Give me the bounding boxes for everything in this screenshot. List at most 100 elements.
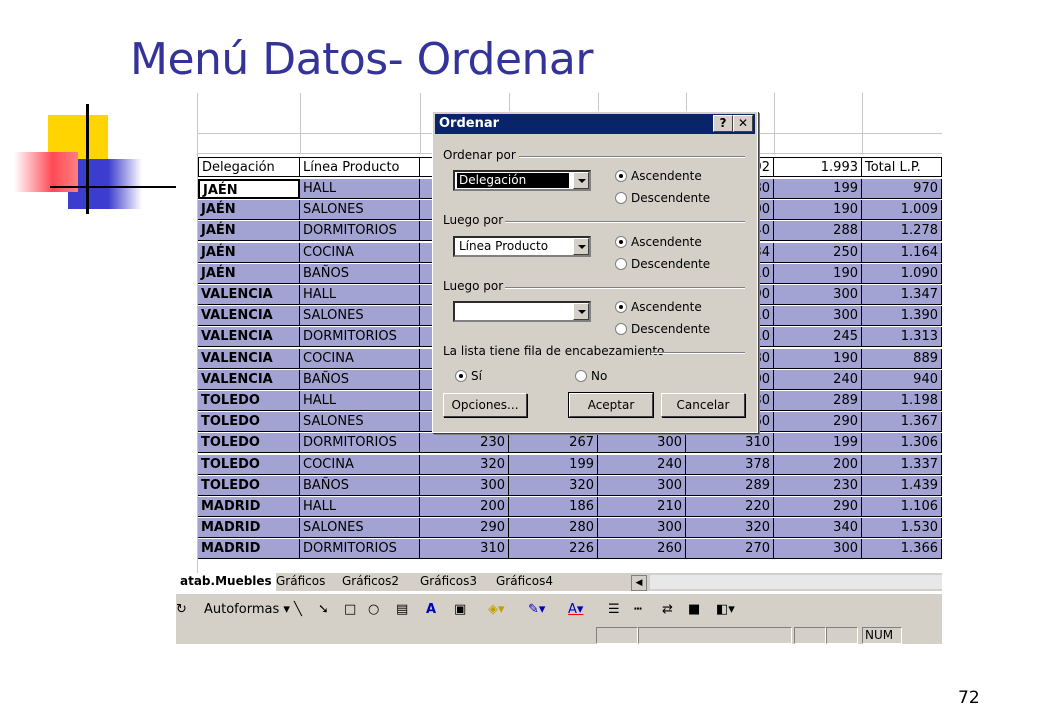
header-cell[interactable]: Delegación [198,157,300,177]
cell-value[interactable]: 210 [598,497,686,517]
tab-graficos3[interactable]: Gráficos3 [416,573,481,591]
cell-producto[interactable]: BAÑOS [300,263,420,284]
cell-value[interactable]: 300 [598,433,686,454]
then-by-2-desc-radio[interactable] [615,323,627,335]
cell-producto[interactable]: COCINA [300,242,420,263]
line-icon[interactable]: ╲ [294,602,302,617]
fill-color-icon[interactable]: ◈▾ [488,602,505,617]
then-by-2-desc-label[interactable]: Descendente [631,322,710,336]
cell-producto[interactable]: SALONES [300,306,420,327]
sort-by-asc-radio[interactable] [615,170,627,182]
scroll-left-icon[interactable]: ◀ [631,575,647,591]
cell-delegacion[interactable]: VALENCIA [198,327,300,348]
cell-delegacion[interactable]: JAÉN [198,179,300,199]
cell-value[interactable]: 199 [774,433,862,454]
cell-value[interactable]: 190 [774,263,862,284]
cell-value[interactable]: 320 [686,518,774,539]
cell-total[interactable]: 1.306 [862,433,942,454]
tab-graficos2[interactable]: Gráficos2 [338,573,403,591]
cell-value[interactable]: 300 [774,285,862,305]
then-by-1-asc-label[interactable]: Ascendente [631,235,702,249]
cell-value[interactable]: 190 [774,348,862,369]
cell-value[interactable]: 300 [774,539,862,560]
cell-producto[interactable]: SALONES [300,518,420,539]
cell-total[interactable]: 889 [862,348,942,369]
cell-delegacion[interactable]: MADRID [198,497,300,517]
cell-producto[interactable]: DORMITORIOS [300,539,420,560]
cell-value[interactable]: 340 [774,518,862,539]
sort-by-desc-radio[interactable] [615,192,627,204]
cell-value[interactable]: 199 [774,179,862,199]
cell-producto[interactable]: HALL [300,285,420,305]
cell-value[interactable]: 200 [774,454,862,475]
header-no-label[interactable]: No [591,369,607,383]
cell-total[interactable]: 1.278 [862,221,942,242]
cell-value[interactable]: 300 [774,306,862,327]
cell-value[interactable]: 186 [509,497,598,517]
cell-producto[interactable]: HALL [300,179,420,199]
cell-value[interactable]: 230 [420,433,509,454]
header-cell[interactable]: Total L.P. [862,157,942,177]
cell-delegacion[interactable]: TOLEDO [198,391,300,411]
cell-delegacion[interactable]: TOLEDO [198,454,300,475]
rectangle-icon[interactable]: □ [344,602,356,617]
cell-value[interactable]: 320 [420,454,509,475]
draw-icon[interactable]: ↻ [176,602,187,617]
wordart-icon[interactable]: A [426,602,436,617]
chevron-down-icon[interactable] [573,238,589,255]
cell-delegacion[interactable]: JAÉN [198,242,300,263]
cell-producto[interactable]: BAÑOS [300,369,420,390]
then-by-2-asc-label[interactable]: Ascendente [631,300,702,314]
cell-value[interactable]: 378 [686,454,774,475]
cell-total[interactable]: 940 [862,369,942,390]
cell-value[interactable]: 220 [686,497,774,517]
cell-total[interactable]: 1.367 [862,412,942,433]
then-by-1-desc-label[interactable]: Descendente [631,257,710,271]
then-by-1-desc-radio[interactable] [615,258,627,270]
header-cell[interactable]: Línea Producto [300,157,420,177]
cell-delegacion[interactable]: JAÉN [198,263,300,284]
cell-total[interactable]: 1.390 [862,306,942,327]
cell-producto[interactable]: COCINA [300,454,420,475]
cell-producto[interactable]: SALONES [300,200,420,221]
cell-producto[interactable]: HALL [300,391,420,411]
dash-style-icon[interactable]: ┅ [634,602,642,617]
autoshapes-menu[interactable]: Autoformas ▾ [204,602,290,617]
cell-value[interactable]: 240 [598,454,686,475]
cell-producto[interactable]: DORMITORIOS [300,221,420,242]
shadow-icon[interactable]: ■ [688,602,700,617]
cell-delegacion[interactable]: VALENCIA [198,285,300,305]
cell-delegacion[interactable]: TOLEDO [198,475,300,496]
horizontal-scrollbar[interactable] [650,575,942,589]
cell-value[interactable]: 288 [774,221,862,242]
clipart-icon[interactable]: ▣ [454,602,466,617]
cell-delegacion[interactable]: TOLEDO [198,412,300,433]
cell-value[interactable]: 226 [509,539,598,560]
cell-value[interactable]: 190 [774,200,862,221]
3d-icon[interactable]: ◧▾ [716,602,735,617]
sort-by-asc-label[interactable]: Ascendente [631,169,702,183]
cell-producto[interactable]: HALL [300,497,420,517]
tab-graficos[interactable]: Gráficos [272,573,329,591]
cell-value[interactable]: 300 [598,475,686,496]
cell-total[interactable]: 970 [862,179,942,199]
line-color-icon[interactable]: ✎▾ [528,602,545,617]
cell-total[interactable]: 1.439 [862,475,942,496]
help-button[interactable]: ? [713,115,733,132]
textbox-icon[interactable]: ▤ [396,602,408,617]
dialog-titlebar[interactable]: Ordenar [435,114,755,134]
ok-button[interactable]: Aceptar [568,392,654,418]
arrow-icon[interactable]: ➘ [318,602,329,617]
cell-total[interactable]: 1.090 [862,263,942,284]
cell-value[interactable]: 200 [420,497,509,517]
cell-delegacion[interactable]: MADRID [198,539,300,560]
cell-delegacion[interactable]: VALENCIA [198,369,300,390]
cell-delegacion[interactable]: JAÉN [198,221,300,242]
cell-value[interactable]: 289 [774,391,862,411]
chevron-down-icon[interactable] [573,172,589,189]
close-button[interactable]: ✕ [733,115,753,132]
cancel-button[interactable]: Cancelar [661,393,745,417]
cell-value[interactable]: 260 [598,539,686,560]
sort-by-select[interactable]: Delegación [453,170,591,191]
cell-delegacion[interactable]: JAÉN [198,200,300,221]
